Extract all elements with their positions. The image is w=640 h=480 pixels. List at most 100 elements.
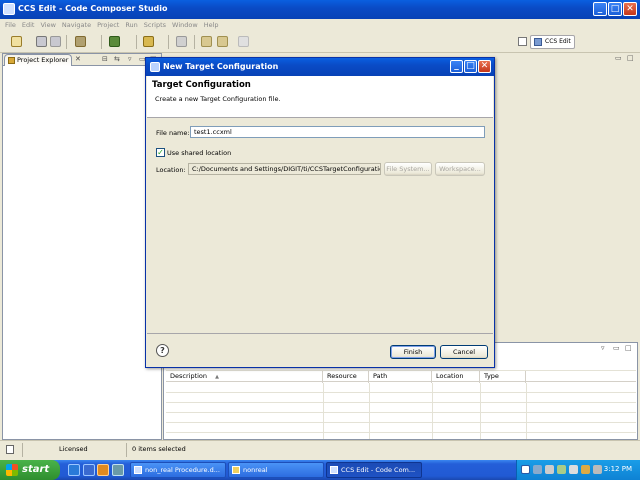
workspace-button[interactable]: Workspace... bbox=[435, 162, 485, 176]
menu-edit[interactable]: Edit bbox=[19, 19, 38, 31]
menu-project[interactable]: Project bbox=[94, 19, 122, 31]
dialog-description: Create a new Target Configuration file. bbox=[155, 95, 281, 103]
location-label: Location: bbox=[156, 166, 186, 174]
minimize-view-icon[interactable]: ▭ bbox=[613, 344, 620, 352]
selection-status: 0 items selected bbox=[132, 445, 186, 453]
forward-icon[interactable] bbox=[238, 36, 249, 47]
dialog-close-button[interactable]: ✕ bbox=[478, 60, 491, 73]
fast-view-icon[interactable] bbox=[6, 445, 14, 454]
menu-file[interactable]: File bbox=[0, 19, 19, 31]
column-label: Description bbox=[170, 372, 208, 380]
media-player-icon[interactable] bbox=[97, 464, 109, 476]
view-menu-icon[interactable]: ▿ bbox=[601, 344, 605, 352]
perspective-ccs-edit[interactable]: CCS Edit bbox=[530, 35, 575, 49]
view-menu-icon[interactable]: ▿ bbox=[128, 55, 132, 63]
collapse-all-icon[interactable]: ⊟ bbox=[102, 55, 108, 63]
minimize-button[interactable]: _ bbox=[593, 2, 607, 16]
toolbar-separator bbox=[136, 35, 137, 49]
finish-button[interactable]: Finish bbox=[390, 345, 436, 359]
windows-taskbar: start non_real Procedure.d... nonreal CC… bbox=[0, 460, 640, 480]
start-button[interactable]: start bbox=[0, 460, 60, 480]
new-target-configuration-dialog: New Target Configuration _ □ ✕ Target Co… bbox=[145, 57, 495, 368]
word-doc-icon bbox=[134, 466, 142, 474]
main-title-bar: CCS Edit - Code Composer Studio _ □ ✕ bbox=[0, 0, 640, 19]
table-row bbox=[166, 423, 636, 433]
location-input[interactable]: C:/Documents and Settings/DIGIT/ti/CCSTa… bbox=[188, 163, 381, 175]
printer-tray-icon[interactable] bbox=[593, 465, 602, 474]
usb-tray-icon[interactable] bbox=[545, 465, 554, 474]
table-row bbox=[166, 413, 636, 423]
toolbar-separator bbox=[66, 35, 67, 49]
table-row bbox=[166, 403, 636, 413]
sort-ascending-icon: ▲ bbox=[215, 374, 219, 380]
misc-tray-icon[interactable] bbox=[581, 465, 590, 474]
help-icon[interactable]: ? bbox=[156, 344, 169, 357]
volume-tray-icon[interactable] bbox=[569, 465, 578, 474]
clock[interactable]: 3:12 PM bbox=[604, 465, 632, 473]
maximize-button[interactable]: □ bbox=[608, 2, 622, 16]
ccs-app-icon bbox=[330, 466, 338, 474]
task-label: CCS Edit - Code Com... bbox=[341, 466, 416, 474]
link-editor-icon[interactable]: ⇆ bbox=[114, 55, 120, 63]
dialog-maximize-button[interactable]: □ bbox=[464, 60, 477, 73]
menu-navigate[interactable]: Navigate bbox=[59, 19, 94, 31]
file-system-button[interactable]: File System... bbox=[384, 162, 432, 176]
problems-table-header: Description ▲ Resource Path Location Typ… bbox=[166, 370, 636, 383]
tab-project-explorer[interactable]: Project Explorer bbox=[4, 54, 72, 66]
search-icon[interactable] bbox=[143, 36, 154, 47]
minimize-editor-icon[interactable]: ▭ bbox=[615, 54, 622, 62]
column-description[interactable]: Description ▲ bbox=[166, 371, 323, 383]
menu-bar: File Edit View Navigate Project Run Scripts Win… bbox=[0, 19, 640, 31]
menu-run[interactable]: Run bbox=[122, 19, 140, 31]
maximize-editor-icon[interactable]: □ bbox=[627, 54, 634, 62]
new-icon[interactable] bbox=[11, 36, 22, 47]
debug-icon[interactable] bbox=[109, 36, 120, 47]
toolbar-separator bbox=[168, 35, 169, 49]
column-divider bbox=[480, 383, 481, 439]
folder-icon bbox=[232, 466, 240, 474]
taskbar-item-folder[interactable]: nonreal bbox=[228, 462, 324, 478]
taskbar-item-document[interactable]: non_real Procedure.d... bbox=[130, 462, 226, 478]
task-label: nonreal bbox=[243, 466, 268, 474]
close-button[interactable]: ✕ bbox=[623, 2, 637, 16]
menu-help[interactable]: Help bbox=[201, 19, 222, 31]
project-explorer-view: Project Explorer ✕ ⊟ ⇆ ▿ ▭ □ bbox=[2, 53, 162, 440]
network-tray-icon[interactable] bbox=[533, 465, 542, 474]
dialog-minimize-button[interactable]: _ bbox=[450, 60, 463, 73]
last-edit-icon[interactable] bbox=[201, 36, 212, 47]
column-path[interactable]: Path bbox=[369, 371, 432, 383]
cancel-button[interactable]: Cancel bbox=[440, 345, 488, 359]
column-resource[interactable]: Resource bbox=[323, 371, 369, 383]
help-tray-icon[interactable] bbox=[521, 465, 530, 474]
dialog-title-bar: New Target Configuration _ □ ✕ bbox=[146, 58, 494, 76]
explorer-icon[interactable] bbox=[112, 464, 124, 476]
security-tray-icon[interactable] bbox=[557, 465, 566, 474]
build-icon[interactable] bbox=[75, 36, 86, 47]
status-bar: Licensed 0 items selected bbox=[0, 440, 640, 458]
close-tab-icon[interactable]: ✕ bbox=[75, 55, 81, 63]
save-all-icon[interactable] bbox=[50, 36, 61, 47]
ie-icon[interactable] bbox=[68, 464, 80, 476]
column-type[interactable]: Type bbox=[480, 371, 526, 383]
column-divider bbox=[323, 383, 324, 439]
start-label: start bbox=[22, 464, 50, 475]
save-icon[interactable] bbox=[36, 36, 47, 47]
problems-table-body bbox=[166, 383, 636, 439]
use-shared-location-checkbox[interactable]: ✓ bbox=[156, 148, 165, 157]
file-name-label: File name: bbox=[156, 129, 190, 137]
open-perspective-icon[interactable] bbox=[518, 37, 527, 46]
show-desktop-icon[interactable] bbox=[83, 464, 95, 476]
maximize-view-icon[interactable]: □ bbox=[625, 344, 632, 352]
file-name-input[interactable]: test1.ccxml bbox=[190, 126, 485, 138]
explorer-tab-bar: Project Explorer ✕ ⊟ ⇆ ▿ ▭ □ bbox=[3, 54, 161, 66]
show-whitespace-icon[interactable] bbox=[176, 36, 187, 47]
perspective-label: CCS Edit bbox=[545, 38, 571, 45]
menu-scripts[interactable]: Scripts bbox=[141, 19, 169, 31]
dialog-separator bbox=[147, 333, 493, 334]
taskbar-item-ccs[interactable]: CCS Edit - Code Com... bbox=[326, 462, 422, 478]
menu-window[interactable]: Window bbox=[169, 19, 201, 31]
dialog-app-icon bbox=[150, 62, 160, 72]
column-location[interactable]: Location bbox=[432, 371, 480, 383]
back-icon[interactable] bbox=[217, 36, 228, 47]
menu-view[interactable]: View bbox=[37, 19, 58, 31]
